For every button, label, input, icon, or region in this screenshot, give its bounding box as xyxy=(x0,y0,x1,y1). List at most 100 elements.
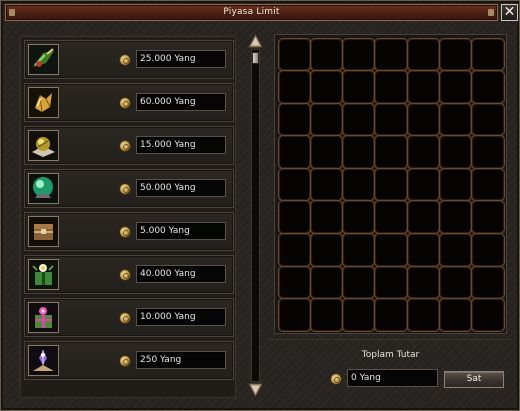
inventory-slot[interactable] xyxy=(374,233,408,267)
price-field[interactable]: 5.000 Yang xyxy=(136,222,226,240)
inventory-slot[interactable] xyxy=(406,102,440,137)
item-row[interactable]: 250 Yang xyxy=(24,341,234,380)
sell-button[interactable]: Sat xyxy=(444,371,504,388)
golden-orb-icon[interactable] xyxy=(28,130,59,161)
inventory-slot[interactable] xyxy=(277,102,311,137)
inventory-slot[interactable] xyxy=(374,200,408,235)
inventory-slot[interactable] xyxy=(406,70,440,104)
inventory-slot[interactable] xyxy=(309,135,344,169)
inventory-slot[interactable] xyxy=(406,37,440,72)
inventory-slot[interactable] xyxy=(309,167,344,202)
inventory-slot[interactable] xyxy=(309,200,344,235)
item-list: 25.000 Yang 60.000 Yang 15.000 Yang 50.0… xyxy=(20,36,236,398)
scroll-up-arrow-icon[interactable] xyxy=(248,34,263,48)
inventory-slot[interactable] xyxy=(309,233,344,267)
inventory-slot[interactable] xyxy=(438,298,473,332)
inventory-slot[interactable] xyxy=(438,135,473,169)
price-field[interactable]: 40.000 Yang xyxy=(136,265,226,283)
scroll-track[interactable] xyxy=(251,49,260,382)
inventory-slot[interactable] xyxy=(277,135,311,169)
inventory-slot[interactable] xyxy=(309,102,344,137)
price-field[interactable]: 10.000 Yang xyxy=(136,308,226,326)
price-field[interactable]: 50.000 Yang xyxy=(136,179,226,197)
yang-coin-icon xyxy=(119,54,131,66)
inventory-slot[interactable] xyxy=(471,233,505,267)
inventory-slot[interactable] xyxy=(277,200,311,235)
inventory-slot[interactable] xyxy=(471,37,505,72)
item-row[interactable]: 15.000 Yang xyxy=(24,126,234,165)
inventory-slot[interactable] xyxy=(471,70,505,104)
inventory-slot[interactable] xyxy=(342,102,376,137)
title-bar[interactable]: Piyasa Limit xyxy=(5,4,498,21)
flower-gift-box-icon[interactable] xyxy=(28,259,59,290)
inventory-slot[interactable] xyxy=(342,265,376,300)
inventory-slot[interactable] xyxy=(438,265,473,300)
inventory-slot[interactable] xyxy=(374,298,408,332)
inventory-slot[interactable] xyxy=(277,233,311,267)
item-row[interactable]: 25.000 Yang xyxy=(24,40,234,79)
pink-gift-box-icon[interactable] xyxy=(28,302,59,333)
inventory-slot[interactable] xyxy=(438,233,473,267)
inventory-slot[interactable] xyxy=(342,37,376,72)
inventory-slot[interactable] xyxy=(277,265,311,300)
gold-crystal-icon[interactable] xyxy=(28,87,59,118)
inventory-slot[interactable] xyxy=(374,37,408,72)
inventory-slot[interactable] xyxy=(438,70,473,104)
inventory-slot[interactable] xyxy=(406,135,440,169)
inventory-slot[interactable] xyxy=(471,167,505,202)
inventory-slot[interactable] xyxy=(471,102,505,137)
inventory-slot[interactable] xyxy=(374,102,408,137)
item-list-scrollbar[interactable] xyxy=(248,34,263,397)
inventory-slot[interactable] xyxy=(471,298,505,332)
inventory-slot[interactable] xyxy=(438,37,473,72)
purple-crystal-stand-icon[interactable] xyxy=(28,345,59,376)
inventory-slot[interactable] xyxy=(374,135,408,169)
inventory-slot[interactable] xyxy=(342,298,376,332)
inventory-slot[interactable] xyxy=(406,167,440,202)
green-orb-icon[interactable] xyxy=(28,173,59,204)
inventory-slot[interactable] xyxy=(342,167,376,202)
yang-coin-icon xyxy=(119,355,131,367)
inventory-slot[interactable] xyxy=(277,298,311,332)
price-field[interactable]: 250 Yang xyxy=(136,351,226,369)
inventory-slot[interactable] xyxy=(342,200,376,235)
item-row[interactable]: 60.000 Yang xyxy=(24,83,234,122)
inventory-slot[interactable] xyxy=(438,102,473,137)
inventory-slot[interactable] xyxy=(277,70,311,104)
inventory-slot[interactable] xyxy=(342,135,376,169)
inventory-slot[interactable] xyxy=(471,200,505,235)
inventory-slot[interactable] xyxy=(277,167,311,202)
inventory-slot[interactable] xyxy=(438,200,473,235)
item-row[interactable]: 5.000 Yang xyxy=(24,212,234,251)
inventory-slot[interactable] xyxy=(406,265,440,300)
scroll-thumb[interactable] xyxy=(252,52,259,64)
price-field[interactable]: 25.000 Yang xyxy=(136,50,226,68)
inventory-slot[interactable] xyxy=(406,200,440,235)
total-section: Toplam Tutar 0 Yang Sat xyxy=(269,339,512,399)
inventory-slot[interactable] xyxy=(406,233,440,267)
inventory-slot[interactable] xyxy=(277,37,311,72)
price-field[interactable]: 60.000 Yang xyxy=(136,93,226,111)
inventory-slot[interactable] xyxy=(406,298,440,332)
inventory-slot[interactable] xyxy=(309,265,344,300)
inventory-slot[interactable] xyxy=(374,265,408,300)
inventory-slot[interactable] xyxy=(374,167,408,202)
inventory-slot[interactable] xyxy=(309,70,344,104)
inventory-slot[interactable] xyxy=(309,37,344,72)
inventory-grid xyxy=(277,37,505,332)
item-row[interactable]: 50.000 Yang xyxy=(24,169,234,208)
scroll-down-arrow-icon[interactable] xyxy=(248,383,263,397)
inventory-slot[interactable] xyxy=(309,298,344,332)
inventory-slot[interactable] xyxy=(438,167,473,202)
herb-bundle-icon[interactable] xyxy=(28,44,59,75)
inventory-slot[interactable] xyxy=(374,70,408,104)
inventory-slot[interactable] xyxy=(342,70,376,104)
treasure-chest-icon[interactable] xyxy=(28,216,59,247)
inventory-slot[interactable] xyxy=(342,233,376,267)
inventory-slot[interactable] xyxy=(471,265,505,300)
close-button[interactable]: ✕ xyxy=(501,4,518,21)
inventory-slot[interactable] xyxy=(471,135,505,169)
price-field[interactable]: 15.000 Yang xyxy=(136,136,226,154)
item-row[interactable]: 10.000 Yang xyxy=(24,298,234,337)
item-row[interactable]: 40.000 Yang xyxy=(24,255,234,294)
